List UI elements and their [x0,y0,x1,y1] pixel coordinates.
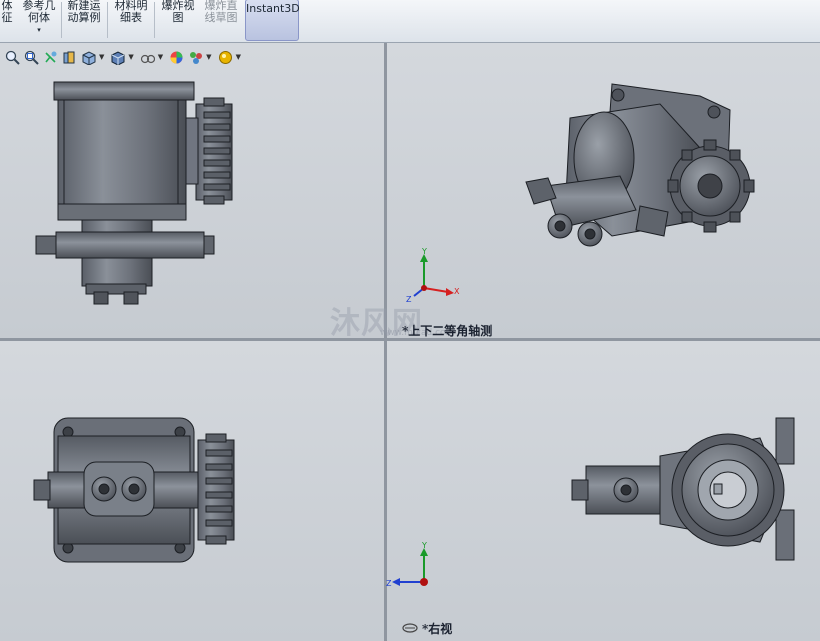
triad-z-label: Z [386,579,392,588]
edit-appearance-icon[interactable] [168,49,185,66]
ribbon-label: 爆炸视 图 [161,0,195,24]
view-label-text: *上下二等角轴测 [402,324,493,338]
viewport-right[interactable] [387,341,820,641]
view-link-icon [402,622,418,636]
coordinate-triad: Y X Z [406,248,460,304]
ribbon-separator [107,2,108,38]
viewport-top[interactable] [0,341,384,641]
ribbon-button-bill-of-materials[interactable]: 材料明 细表 [110,0,152,40]
viewport-front[interactable] [0,43,384,338]
ribbon-label: 体 征 [1,0,13,24]
view-label-text: *右视 [422,622,453,636]
coordinate-triad: Y Z [386,542,428,588]
zoom-to-fit-icon[interactable] [4,49,21,66]
ribbon-label: Instant3D [246,2,300,15]
triad-x-label: X [454,287,460,296]
previous-view-icon[interactable] [42,49,59,66]
ribbon-button-new-motion-study[interactable]: 新建运 动算例 [64,0,104,40]
ribbon-button-feature[interactable]: 体 征 [0,0,14,40]
display-style-icon[interactable] [109,49,126,66]
view-settings-icon[interactable] [217,49,234,66]
chevron-down-icon[interactable]: ▼ [158,53,163,61]
chevron-down-icon[interactable]: ▼ [206,53,211,61]
ribbon-button-reference-geometry[interactable]: 参考几 何体 ▾ [18,0,60,40]
ribbon-label: 材料明 细表 [114,0,148,24]
zoom-area-icon[interactable] [23,49,40,66]
ribbon-label: 新建运 动算例 [67,0,101,24]
chevron-down-icon[interactable]: ▼ [99,53,104,61]
chevron-down-icon: ▾ [37,26,41,34]
triad-z-label: Z [406,295,412,304]
command-manager-ribbon: 体 征 参考几 何体 ▾ 新建运 动算例 材料明 细表 爆炸视 图 爆炸直 线草图… [0,0,820,43]
triad-y-label: Y [421,248,427,256]
apply-scene-icon[interactable] [187,49,204,66]
ribbon-separator [154,2,155,38]
ribbon-label: 爆炸直 线草图 [204,0,238,24]
chevron-down-icon[interactable]: ▼ [236,53,241,61]
ribbon-label: 参考几 何体 [22,0,56,24]
ribbon-button-instant3d[interactable]: Instant3D [245,0,300,41]
section-view-icon[interactable] [61,49,78,66]
ribbon-separator [61,2,62,38]
viewport-label-right: *右视 [402,620,452,637]
triad-y-label: Y [421,542,427,550]
hide-show-icon[interactable] [139,49,156,66]
chevron-down-icon[interactable]: ▼ [128,53,133,61]
ribbon-button-explode-line-sketch[interactable]: 爆炸直 线草图 [200,0,242,40]
view-orientation-icon[interactable] [80,49,97,66]
viewport-label-trimetric: *上下二等角轴测 [402,322,492,339]
ribbon-button-exploded-view[interactable]: 爆炸视 图 [157,0,199,40]
heads-up-view-toolbar: ▼ ▼ ▼ ▼ ▼ [4,47,244,67]
